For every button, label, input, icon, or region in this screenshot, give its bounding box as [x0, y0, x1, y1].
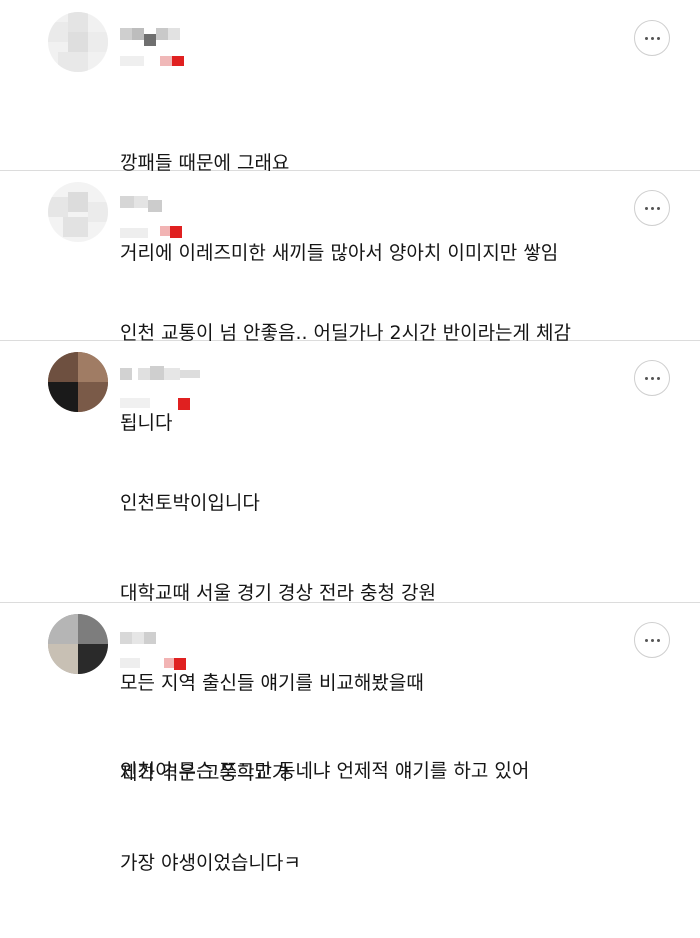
- comment-item: 인천토박이입니다 대학교때 서울 경기 경상 전라 충청 강원 모든 지역 출신…: [0, 340, 700, 874]
- comment-line: 인천이 무슨 쪼그만 동네냐 언제적 얘기를 하고 있어: [120, 760, 530, 782]
- avatar[interactable]: [48, 12, 108, 72]
- red-badge: [170, 226, 182, 238]
- red-badge: [174, 658, 186, 670]
- comment-item: 인천이 무슨 쪼그만 동네냐 언제적 얘기를 하고 있어: [0, 602, 700, 782]
- avatar[interactable]: [48, 182, 108, 242]
- more-horizontal-icon: [644, 376, 648, 380]
- comment-item: 깡패들 때문에 그래요 거리에 이레즈미한 새끼들 많아서 양아치 이미지만 쌓…: [0, 0, 700, 264]
- author-meta-blurred: [120, 622, 220, 672]
- more-options-button[interactable]: [634, 190, 670, 226]
- comment-text: 인천이 무슨 쪼그만 동네냐 언제적 얘기를 하고 있어: [120, 696, 529, 846]
- avatar[interactable]: [48, 614, 108, 674]
- red-badge: [178, 398, 190, 410]
- more-horizontal-icon: [644, 206, 648, 210]
- author-meta-blurred: [120, 190, 220, 240]
- more-horizontal-icon: [644, 36, 648, 40]
- author-meta-blurred: [120, 20, 220, 70]
- author-meta-blurred: [120, 360, 220, 410]
- comment-line: 인천토박이입니다: [120, 492, 260, 514]
- red-badge: [172, 56, 184, 66]
- comment-item: 인천 교통이 넘 안좋음.. 어딜가나 2시간 반이라는게 체감 됩니다: [0, 170, 700, 434]
- more-horizontal-icon: [644, 638, 648, 642]
- comment-feed: 깡패들 때문에 그래요 거리에 이레즈미한 새끼들 많아서 양아치 이미지만 쌓…: [0, 0, 700, 874]
- avatar[interactable]: [48, 352, 108, 412]
- comment-line: 가장 야생이었습니다ㅋ: [120, 852, 301, 874]
- more-options-button[interactable]: [634, 622, 670, 658]
- more-options-button[interactable]: [634, 360, 670, 396]
- more-options-button[interactable]: [634, 20, 670, 56]
